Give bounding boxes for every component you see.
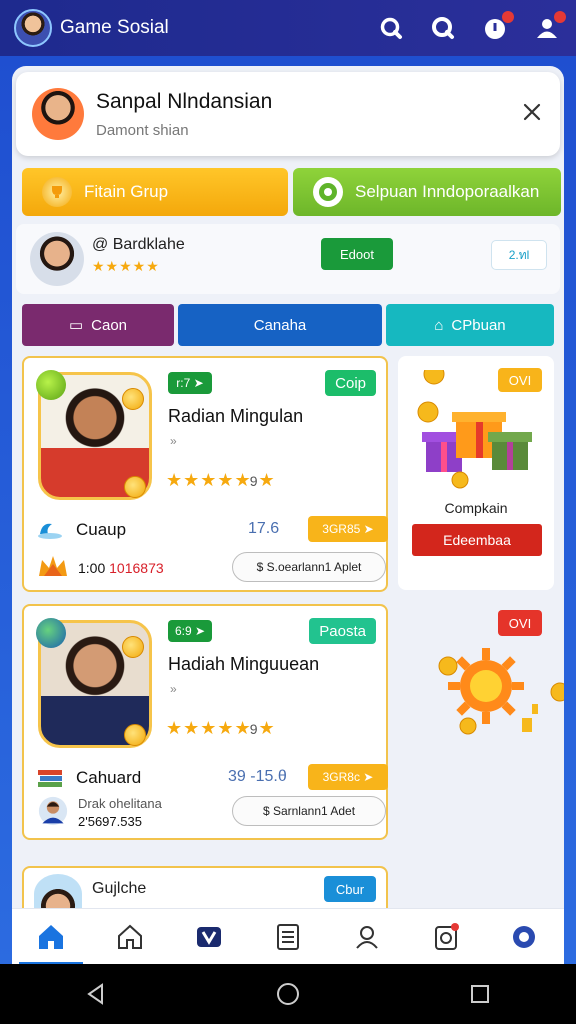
user-badge — [554, 11, 566, 23]
list-icon — [276, 923, 299, 950]
user-avatar-icon — [38, 796, 68, 826]
gift-title: Compkain — [444, 500, 508, 516]
content-panel: Sanpal Nlndansian Damont shian Fitain Gr… — [12, 66, 564, 964]
redeem-button[interactable]: Edeembaa — [412, 524, 542, 556]
offer-action-row: Drak ohelitana 2'5697.535 $ Sarnlann1 Ad… — [36, 796, 386, 829]
globe-icon — [36, 618, 66, 648]
join-group-button[interactable]: Fitain Grup — [22, 168, 288, 216]
offer-card[interactable]: 6:9 ➤ Paosta Hadiah Minguuean » ★★★★★9★ … — [22, 604, 388, 840]
recents-icon[interactable] — [467, 981, 493, 1007]
gift-card[interactable]: OVI Compkain Edeembaa — [398, 356, 554, 590]
user-icon[interactable] — [532, 11, 566, 43]
user-name: @ Bardklahe — [92, 236, 185, 253]
offer-price-pill[interactable]: 3GR85 ➤ — [308, 516, 388, 542]
offer-action-button[interactable]: $ S.oearlann1 Aplet — [232, 552, 386, 582]
crown-icon — [39, 556, 67, 576]
tab-label: Caon — [91, 316, 128, 334]
system-nav-bar — [0, 964, 576, 1024]
offer-rating: ★★★★★9★ — [166, 470, 276, 490]
tennis-ball-icon — [36, 370, 66, 400]
offer-value-label: Drak ohelitana — [78, 796, 162, 811]
offer-action-button[interactable]: $ Sarnlann1 Adet — [232, 796, 386, 826]
profile-subtitle: Damont shian — [96, 122, 189, 139]
profile-icon — [356, 925, 378, 949]
home-filled-icon — [39, 924, 64, 949]
home-outline-icon — [118, 924, 143, 949]
coin-icon — [124, 476, 146, 498]
notification-icon — [434, 922, 459, 950]
notification-badge — [502, 11, 514, 23]
avatar[interactable] — [14, 9, 52, 47]
home-icon: ⌂ — [434, 316, 444, 334]
offer-arrow: » — [170, 434, 177, 448]
v-logo-icon — [197, 926, 222, 947]
offer-title: Hadiah Minguuean — [168, 654, 320, 674]
nav-list[interactable] — [268, 917, 308, 957]
coin-icon — [122, 388, 144, 410]
user-avatar[interactable] — [30, 232, 84, 286]
offer-value: 2'5697.535 — [78, 814, 142, 829]
tab-canaha[interactable]: Canaha — [178, 304, 382, 346]
tab-label: CPbuan — [451, 316, 506, 334]
profile-card: Sanpal Nlndansian Damont shian — [16, 72, 560, 156]
wave-icon — [38, 523, 62, 539]
offer-price-pill[interactable]: 3GR8c ➤ — [308, 764, 388, 790]
partial-card-label: Gujlche — [92, 880, 147, 897]
tab-label: Canaha — [253, 316, 307, 334]
offer-rating: ★★★★★9★ — [166, 718, 276, 738]
camera-icon: ▭ — [68, 317, 84, 334]
offer-value: 1:00 1016873 — [78, 560, 164, 576]
recommend-button[interactable]: Selpuan Inndoporaalkan — [293, 168, 561, 216]
bottom-nav — [12, 908, 564, 965]
offer-number: 17.6 — [248, 520, 280, 537]
secondary-button[interactable]: 2.ทl — [491, 240, 547, 270]
offer-stats-row: Cahuard 39 -15.θ 3GR8c ➤ — [36, 764, 388, 794]
globe-icon — [313, 177, 343, 207]
search-icon[interactable] — [376, 13, 406, 43]
nav-settings[interactable] — [504, 917, 544, 957]
join-group-label: Fitain Grup — [84, 182, 169, 201]
sun-coins-icon — [438, 648, 564, 735]
top-bar: Game Sosial — [0, 0, 576, 56]
home-circle-icon[interactable] — [275, 981, 301, 1007]
trophy-icon — [42, 177, 72, 207]
offer-card[interactable]: r:7 ➤ Coip Radian Mingulan » ★★★★★9★ Cua… — [22, 356, 388, 592]
content-frame: Sanpal Nlndansian Damont shian Fitain Gr… — [0, 56, 576, 964]
offer-label: Cahuard — [76, 768, 142, 787]
coin-icon — [124, 724, 146, 746]
back-icon[interactable] — [83, 981, 109, 1007]
gift-boxes-icon — [417, 370, 532, 489]
partial-card-button[interactable]: Cbur — [324, 876, 376, 902]
app-title: Game Sosial — [60, 17, 169, 38]
offer-number: 39 -15.θ — [228, 768, 287, 785]
offer-title: Radian Mingulan — [168, 406, 304, 426]
nav-notifications[interactable] — [426, 917, 466, 957]
tab-caon[interactable]: ▭ Caon — [22, 304, 174, 346]
close-icon[interactable] — [518, 98, 546, 126]
edit-button[interactable]: Edoot — [321, 238, 393, 270]
nav-profile[interactable] — [347, 917, 387, 957]
user-strip: @ Bardklahe ★★★★★ Edoot 2.ทl — [16, 224, 560, 294]
offer-tag: 6:9 ➤ — [168, 620, 212, 642]
notification-icon[interactable] — [480, 11, 514, 43]
user-rating: ★★★★★ — [92, 258, 160, 274]
books-icon — [38, 770, 62, 787]
offer-label: Cuaup — [76, 520, 127, 539]
nav-home[interactable] — [19, 917, 84, 965]
coin-icon — [122, 636, 144, 658]
offer-status-badge[interactable]: Paosta — [309, 618, 376, 644]
offer-arrow: » — [170, 682, 177, 696]
profile-name: Sanpal Nlndansian — [96, 90, 273, 113]
offer-status-badge[interactable]: Coip — [325, 370, 376, 396]
recommend-label: Selpuan Inndoporaalkan — [355, 182, 540, 201]
profile-avatar — [32, 88, 84, 140]
nav-v[interactable] — [189, 917, 229, 957]
offer-action-row: 1:00 1016873 $ S.oearlann1 Aplet — [36, 552, 386, 584]
search-icon[interactable] — [428, 13, 458, 43]
settings-icon — [513, 925, 536, 948]
nav-home-outline[interactable] — [110, 917, 150, 957]
tab-cpbuan[interactable]: ⌂ CPbuan — [386, 304, 554, 346]
offer-stats-row: Cuaup 17.6 3GR85 ➤ — [36, 516, 388, 546]
offer-tag: r:7 ➤ — [168, 372, 212, 394]
